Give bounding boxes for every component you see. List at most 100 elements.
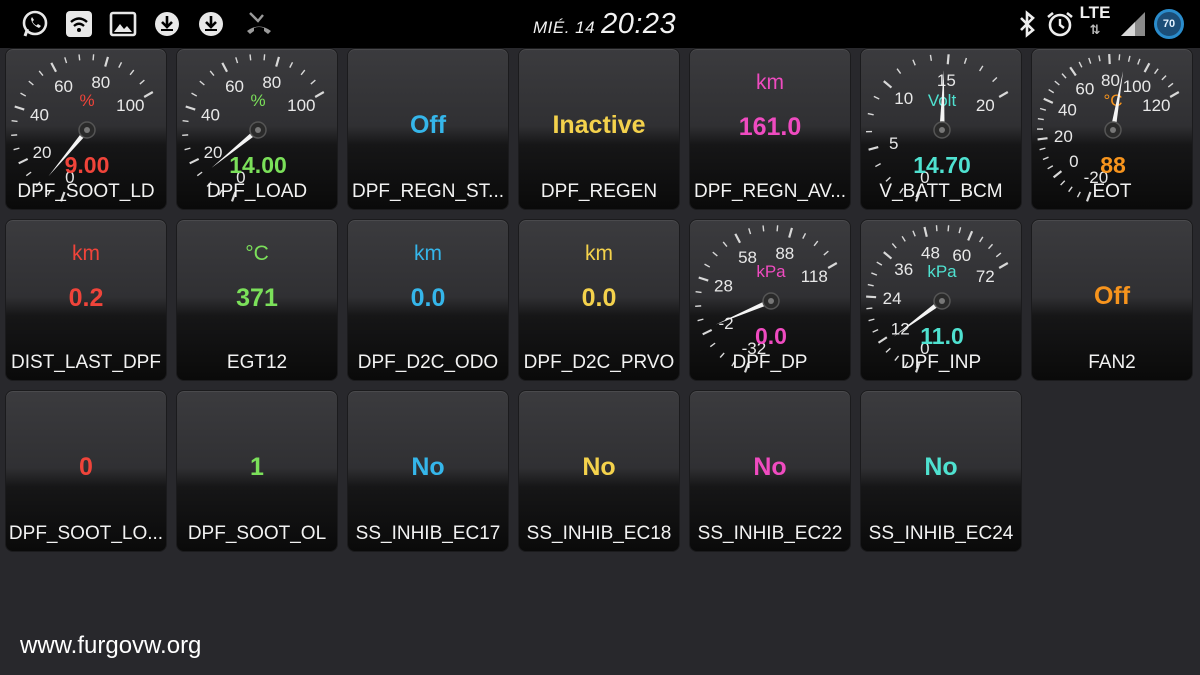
gauge-tile-dpf-dp[interactable]: -32 -2 28 58 88 118 kPa 0.0 DPF_DP [689,219,851,381]
tile-label: DPF_D2C_ODO [357,352,499,373]
gauge-major-tick [998,91,1009,98]
gauge-major-tick [877,336,888,344]
gauge-minor-tick [199,80,205,86]
gauge-major-tick [104,56,110,67]
gauge-tick-label: 72 [976,267,995,286]
gauge-tile-dpf-inp[interactable]: 0 12 24 36 48 60 72 kPa 11.0 DPF_INP [860,219,1022,381]
gauge-tick-label: 60 [225,77,244,96]
gauge-minor-tick [1118,54,1121,61]
gauge-minor-tick [129,69,135,76]
gauge-minor-tick [78,54,81,61]
tile-label: DPF_SOOT_LO... [8,523,164,544]
gauge-minor-tick [28,80,34,86]
tile-dpf-regn-av[interactable]: km 161.0 DPF_REGN_AV... [689,48,851,210]
gauge-major-tick [50,62,57,73]
gauge-minor-tick [20,92,27,97]
gauge-major-tick [946,54,950,65]
gauge-major-tick [827,262,838,269]
tile-ss-inhib-ec24[interactable]: No SS_INHIB_EC24 [860,390,1022,552]
gauge-tick-label: 118 [801,267,828,286]
gauge-tile-eot[interactable]: -20 0 20 40 60 80 100 120 °C 88 EOT [1031,48,1193,210]
gauge-tile-dpf-load[interactable]: 0 20 40 60 80 100% 14.00 DPF_LOAD [176,48,338,210]
tile-unit: km [585,242,613,265]
tile-label: DPF_SOOT_OL [187,523,327,544]
gauge-major-tick [221,62,228,73]
gauge-value: 0.0 [755,323,787,349]
gauge-minor-tick [873,95,880,100]
tile-dpf-soot-ol[interactable]: 1 DPF_SOOT_OL [176,390,338,552]
tile-unit: °C [245,242,269,265]
tile-ss-inhib-ec17[interactable]: No SS_INHIB_EC17 [347,390,509,552]
gauge-value: 14.70 [913,152,971,178]
tile-value: No [924,453,958,481]
gauge-minor-tick [1088,57,1092,64]
gauge-minor-tick [929,54,933,61]
tile-unit: km [756,71,784,94]
gauge-major-tick [14,105,25,111]
tile-dpf-regen[interactable]: Inactive DPF_REGEN [518,48,680,210]
tile-ss-inhib-ec18[interactable]: No SS_INHIB_EC18 [518,390,680,552]
tile-label: SS_INHIB_EC24 [868,523,1014,544]
tile-value: No [753,453,787,481]
tile-fan2[interactable]: Off FAN2 [1031,219,1193,381]
gauge-value: 11.0 [920,323,964,349]
gauge-hub-center [1110,127,1116,133]
gauge-tick-label: 20 [1054,127,1073,146]
gauge-minor-tick [697,318,704,322]
gauge-value: 88 [1100,152,1126,178]
gauge-major-tick [868,146,879,151]
signal-icon [1118,9,1148,39]
tile-dpf-regn-st[interactable]: Off DPF_REGN_ST... [347,48,509,210]
gauge-minor-tick [958,227,962,234]
gauge-major-tick [143,91,154,98]
tile-label: DPF_SOOT_LD [17,181,155,202]
gauge-minor-tick [802,232,807,239]
gauge-tick-label: 24 [883,289,902,308]
gauge-tick-label: 100 [1123,77,1151,96]
bluetooth-icon [1012,9,1042,39]
gauge-tick-label: 40 [1058,100,1077,119]
tile-dpf-soot-lo[interactable]: 0 DPF_SOOT_LO... [5,390,167,552]
gauge-unit: % [79,91,94,110]
tile-value: 0 [79,453,93,481]
tile-label: DPF_REGEN [540,181,658,202]
gauge-tick-label: 100 [116,96,144,115]
watermark: www.furgovw.org [20,632,202,659]
gauge-tick-label: 20 [204,143,223,162]
tile-label: FAN2 [1088,352,1136,373]
gauge-tile-v-batt-bcm[interactable]: 05101520Volt14.70 V_BATT_BCM [860,48,1022,210]
gauge-tick-label: 28 [714,277,733,296]
tile-ss-inhib-ec22[interactable]: No SS_INHIB_EC22 [689,390,851,552]
tile-dist-last-dpf[interactable]: km 0.2 DIST_LAST_DPF [5,219,167,381]
clock-time: 20:23 [601,8,677,40]
tile-label: SS_INHIB_EC18 [526,523,672,544]
status-bar: MIÉ. 14 20:23 LTE ⇅ 70 [0,0,1200,48]
gauge-tile-dpf-soot-ld[interactable]: 0 20 40 60 80 100% 9.00 DPF_SOOT_LD [5,48,167,210]
tile-dpf-d2c-prvo[interactable]: km 0.0 DPF_D2C_PRVO [518,219,680,381]
tile-label: DPF_D2C_PRVO [523,352,675,373]
gauge-minor-tick [300,69,306,76]
tile-value: Off [1093,282,1131,310]
tile-label: DPF_REGN_AV... [693,181,847,202]
gauge-minor-tick [963,57,968,64]
tile-label: EGT12 [226,352,288,373]
gauge-minor-tick [995,252,1002,258]
gauge-major-tick [18,157,29,165]
gauge-minor-tick [1098,55,1101,62]
tile-value: 0.2 [68,284,104,312]
gauge-minor-tick [1048,88,1055,94]
gauge-unit: % [250,91,265,110]
gauge-minor-tick [139,79,145,85]
gauge-minor-tick [722,241,728,248]
gauge-minor-tick [209,70,215,77]
tile-value: 0.0 [410,284,446,312]
tile-dpf-d2c-odo[interactable]: km 0.0 DPF_D2C_ODO [347,219,509,381]
gauge-minor-tick [92,54,95,61]
gauge-minor-tick [979,236,984,243]
gauge-hub-center [255,127,261,133]
gauge-minor-tick [38,70,44,77]
tile-egt12[interactable]: °C 371 EGT12 [176,219,338,381]
gauge-minor-tick [748,228,752,235]
gauge-hub-center [768,298,774,304]
gauge-tick-label: 60 [1075,80,1094,99]
